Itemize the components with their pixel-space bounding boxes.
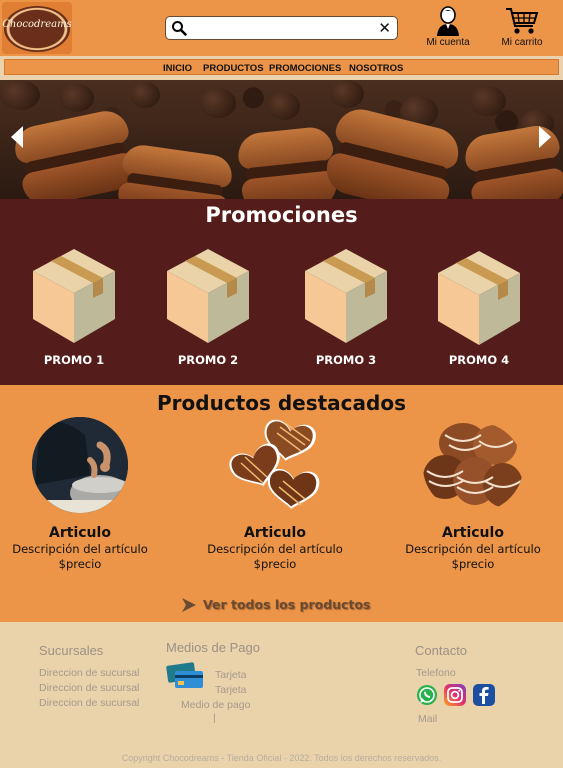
nav-item-inicio[interactable]: INICIO <box>163 63 192 74</box>
facebook-icon[interactable] <box>473 684 495 706</box>
arrow-right-icon <box>182 598 196 612</box>
product-image <box>229 419 320 509</box>
user-icon <box>437 6 459 36</box>
payment-title: Medios de Pago <box>166 640 260 655</box>
product-description: Descripción del artículo <box>207 542 343 556</box>
box-icon <box>167 249 249 343</box>
nav-item-nosotros[interactable]: NOSOTROS <box>349 63 403 74</box>
featured-products-title: Productos destacados <box>157 391 406 415</box>
promo-card-3[interactable]: PROMO 3 <box>296 245 396 367</box>
main-nav: INICIO PRODUCTOS PROMOCIONES NOSOTROS <box>4 59 559 75</box>
product-description: Descripción del artículo <box>405 542 541 556</box>
contact-mail: Mail <box>418 713 438 725</box>
macaron <box>236 125 339 199</box>
chocolate-chip <box>470 86 506 116</box>
product-price: $precio <box>58 557 102 571</box>
header: Chocodreams ✕ Mi cuenta Mi carrito <box>0 0 563 56</box>
nav-item-promociones[interactable]: PROMOCIONES <box>269 63 341 74</box>
search-input[interactable] <box>192 19 372 37</box>
product-card-2[interactable]: Articulo Descripción del artículo $preci… <box>190 415 360 571</box>
box-icon <box>305 249 387 343</box>
carousel-prev-arrow[interactable] <box>8 124 26 150</box>
product-image <box>423 421 523 513</box>
featured-products-section: Productos destacados Articulo Descripció… <box>0 385 563 622</box>
product-price: $precio <box>451 557 495 571</box>
chocolate-chip <box>130 82 160 108</box>
product-card-1[interactable]: Articulo Descripción del artículo $preci… <box>0 415 165 571</box>
macaron <box>115 142 235 199</box>
promotions-title: Promociones <box>205 203 358 227</box>
box-icon <box>33 249 115 343</box>
contact-phone: Telefono <box>416 667 456 679</box>
promo-label: PROMO 2 <box>177 353 239 367</box>
payment-method: Medio de pago <box>181 699 251 711</box>
payment-separator: | <box>213 712 216 724</box>
hero-banner <box>0 80 563 199</box>
chocolate-chip <box>200 88 236 118</box>
instagram-icon[interactable] <box>444 684 466 706</box>
cart-link[interactable]: Mi carrito <box>497 6 547 48</box>
macaron <box>321 104 464 199</box>
promotions-section: Promociones PROMO 1 PROMO 2 PROMO 3 PROM… <box>0 199 563 385</box>
whatsapp-icon[interactable] <box>416 684 438 706</box>
promo-label: PROMO 1 <box>43 353 105 367</box>
payment-method: Tarjeta <box>215 669 247 681</box>
box-icon <box>438 251 520 345</box>
account-link[interactable]: Mi cuenta <box>422 6 474 48</box>
see-all-products-label: Ver todos los productos <box>203 597 371 612</box>
product-name: Articulo <box>244 525 306 541</box>
logo[interactable]: Chocodreams <box>2 2 72 54</box>
product-card-3[interactable]: Articulo Descripción del artículo $preci… <box>388 415 558 571</box>
chocolate-chip <box>0 80 40 110</box>
promo-card-1[interactable]: PROMO 1 <box>24 245 124 367</box>
promo-card-2[interactable]: PROMO 2 <box>158 245 258 367</box>
promo-card-4[interactable]: PROMO 4 <box>429 245 529 367</box>
copyright-text: Copyright Chocodreams - Tienda Oficial -… <box>121 753 442 763</box>
product-description: Descripción del artículo <box>12 542 148 556</box>
product-image <box>32 417 128 513</box>
promo-label: PROMO 3 <box>315 353 377 367</box>
nav-item-productos[interactable]: PRODUCTOS <box>203 63 264 74</box>
cart-icon <box>506 8 539 34</box>
branches-title: Sucursales <box>39 643 104 658</box>
product-name: Articulo <box>49 525 111 541</box>
branch-address: Direccion de sucursal <box>39 697 140 709</box>
cart-label: Mi carrito <box>501 37 543 48</box>
chocolate-chip <box>268 92 300 120</box>
search-icon[interactable] <box>171 20 187 36</box>
account-label: Mi cuenta <box>426 37 470 48</box>
logo-text: Chocodreams <box>2 19 72 30</box>
branch-address: Direccion de sucursal <box>39 667 140 679</box>
product-price: $precio <box>253 557 297 571</box>
product-name: Articulo <box>442 525 504 541</box>
close-icon[interactable]: ✕ <box>378 19 391 37</box>
carousel-next-arrow[interactable] <box>536 124 554 150</box>
footer: Sucursales Direccion de sucursal Direcci… <box>0 622 563 768</box>
promo-label: PROMO 4 <box>448 353 510 367</box>
payment-method: Tarjeta <box>215 684 247 696</box>
credit-cards-icon <box>166 662 203 688</box>
branch-address: Direccion de sucursal <box>39 682 140 694</box>
search-bar: ✕ <box>165 16 398 40</box>
chocolate-chip <box>330 80 364 108</box>
nav-bar: INICIO PRODUCTOS PROMOCIONES NOSOTROS <box>0 56 563 80</box>
contact-title: Contacto <box>415 643 468 658</box>
chocolate-chip <box>60 84 94 112</box>
